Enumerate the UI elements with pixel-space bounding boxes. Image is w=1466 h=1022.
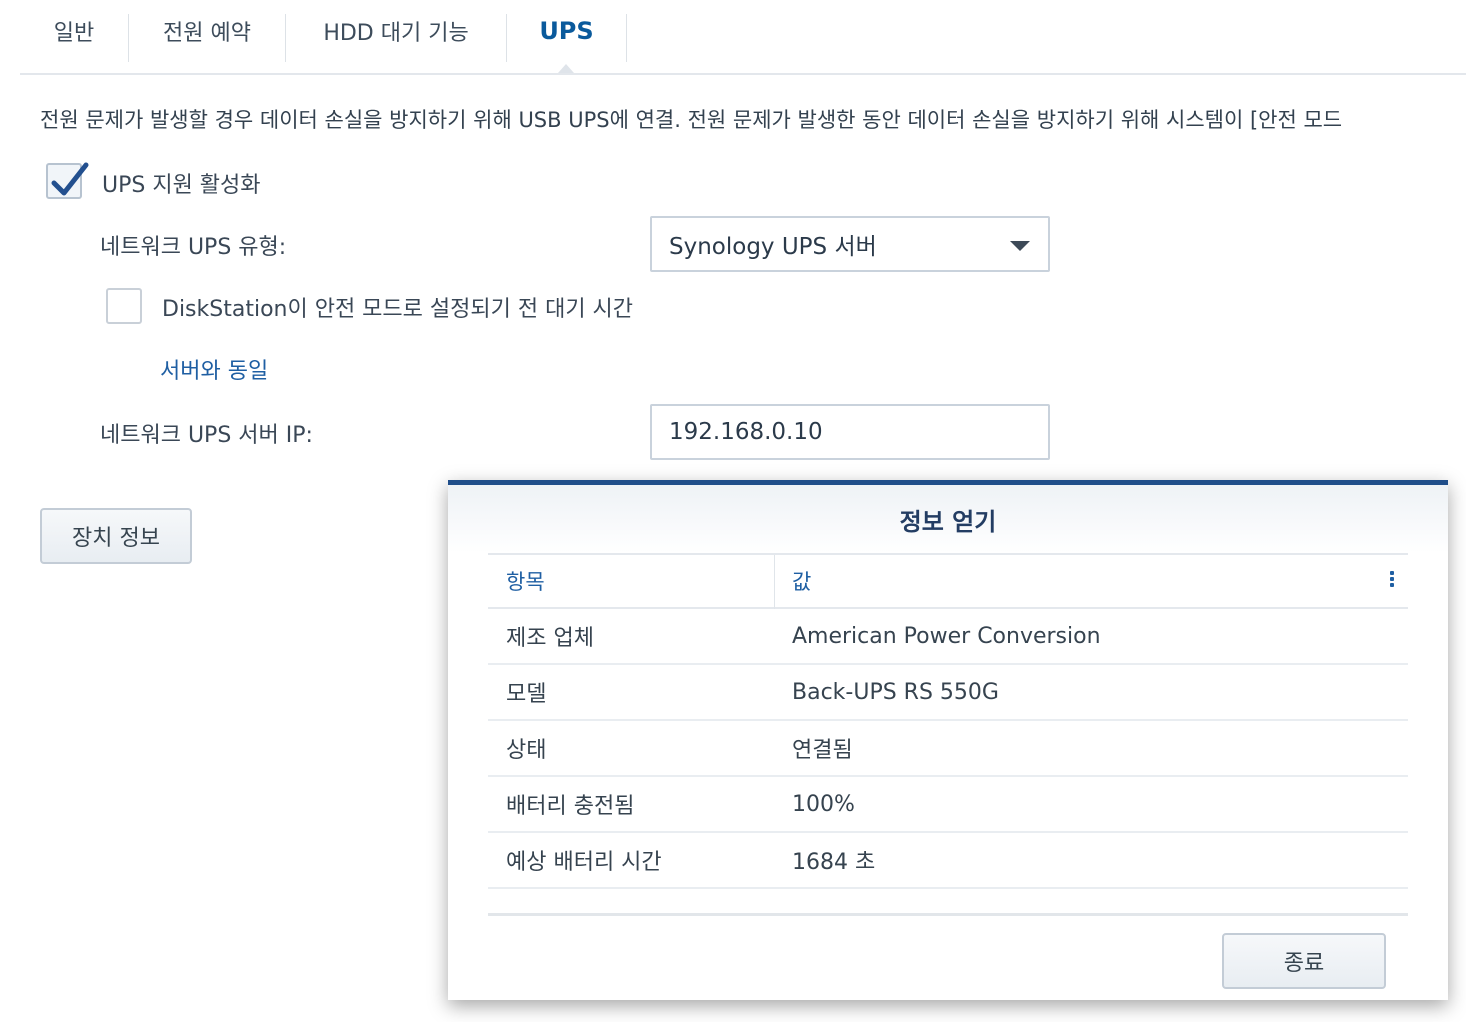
table-row[interactable]: 상태 연결됨 <box>488 721 1408 777</box>
ups-enable-label: UPS 지원 활성화 <box>102 173 261 198</box>
row-value: 1684 초 <box>792 850 876 875</box>
column-header-item[interactable]: 항목 <box>506 555 545 607</box>
table-row[interactable]: 제조 업체 American Power Conversion <box>488 609 1408 665</box>
network-ups-type-value: Synology UPS 서버 <box>669 234 877 260</box>
ups-enable-checkbox[interactable] <box>46 162 89 199</box>
server-ip-value: 192.168.0.10 <box>669 419 823 445</box>
wait-time-label: DiskStation이 안전 모드로 설정되기 전 대기 시간 <box>162 297 634 322</box>
active-tab-indicator <box>558 64 574 73</box>
row-item: 배터리 충전됨 <box>506 794 635 819</box>
info-grid: 항목 값 제조 업체 American Power Conversion 모델 … <box>488 553 1408 889</box>
column-menu-icon[interactable] <box>1388 569 1396 593</box>
info-dialog: 정보 얻기 항목 값 제조 업체 American Power Conversi… <box>448 480 1448 1000</box>
tab-general[interactable]: 일반 <box>20 0 128 62</box>
close-button[interactable]: 종료 <box>1222 933 1386 989</box>
table-row[interactable]: 예상 배터리 시간 1684 초 <box>488 833 1408 889</box>
network-ups-type-select[interactable]: Synology UPS 서버 <box>650 216 1050 272</box>
device-info-button[interactable]: 장치 정보 <box>40 508 192 564</box>
table-row[interactable]: 모델 Back-UPS RS 550G <box>488 665 1408 721</box>
row-item: 모델 <box>506 682 547 707</box>
row-item: 예상 배터리 시간 <box>506 850 662 875</box>
chevron-down-icon <box>1010 241 1030 251</box>
table-row[interactable]: 배터리 충전됨 100% <box>488 777 1408 833</box>
tab-power-schedule[interactable]: 전원 예약 <box>129 0 285 62</box>
row-item: 제조 업체 <box>506 626 594 651</box>
tab-hdd-hibernation[interactable]: HDD 대기 기능 <box>286 0 506 62</box>
row-item: 상태 <box>506 738 547 763</box>
ups-description: 전원 문제가 발생할 경우 데이터 손실을 방지하기 위해 USB UPS에 연… <box>40 108 1343 132</box>
tab-bar: 일반 전원 예약 HDD 대기 기능 UPS <box>20 0 1466 75</box>
tab-divider <box>626 14 627 62</box>
row-value: 100% <box>792 791 855 817</box>
dialog-footer-divider <box>488 913 1408 916</box>
row-value: American Power Conversion <box>792 623 1101 649</box>
dialog-title: 정보 얻기 <box>448 485 1448 553</box>
server-ip-label: 네트워크 UPS 서버 IP: <box>100 423 313 448</box>
wait-time-checkbox[interactable] <box>106 288 142 324</box>
row-value: 연결됨 <box>792 738 853 763</box>
grid-header: 항목 값 <box>488 553 1408 609</box>
tab-ups[interactable]: UPS <box>507 0 626 62</box>
column-header-value[interactable]: 값 <box>792 555 811 607</box>
row-value: Back-UPS RS 550G <box>792 679 999 705</box>
checkmark-icon <box>51 162 89 196</box>
server-ip-input[interactable]: 192.168.0.10 <box>650 404 1050 460</box>
column-divider[interactable] <box>774 555 775 609</box>
network-ups-type-label: 네트워크 UPS 유형: <box>100 235 287 260</box>
same-as-server-link[interactable]: 서버와 동일 <box>160 353 268 385</box>
